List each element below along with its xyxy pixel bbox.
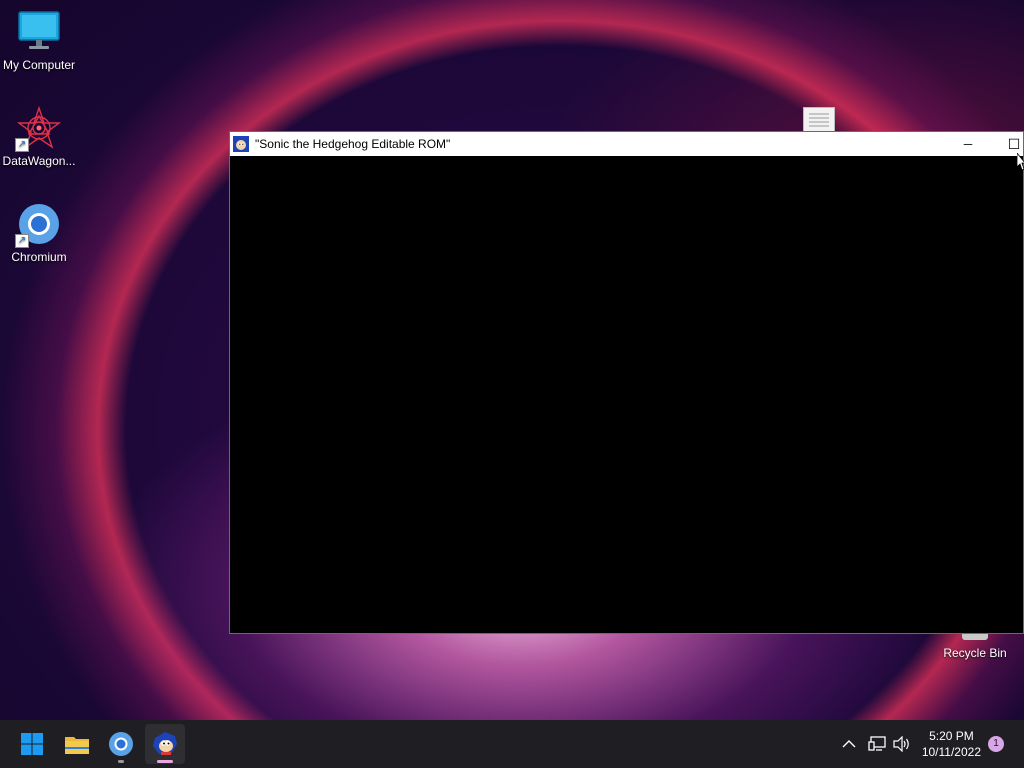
mouse-cursor-icon xyxy=(1016,151,1024,176)
window-title: "Sonic the Hedgehog Editable ROM" xyxy=(255,137,451,151)
chromium-taskbar-button[interactable] xyxy=(101,724,141,764)
minimize-button[interactable]: ─ xyxy=(945,132,991,156)
sonic-taskbar-button[interactable] xyxy=(145,724,185,764)
desktop-icon-label: Recycle Bin xyxy=(943,646,1007,660)
desktop-icon-label: DataWagon... xyxy=(2,154,76,168)
start-button[interactable] xyxy=(12,724,52,764)
document-icon[interactable] xyxy=(803,107,835,133)
folder-icon xyxy=(65,737,89,754)
clock-button[interactable]: 5:20 PM 10/11/2022 xyxy=(922,728,981,760)
clock-date: 10/11/2022 xyxy=(921,745,981,759)
game-display-area[interactable] xyxy=(230,156,1023,633)
notification-badge[interactable]: 1 xyxy=(988,736,1004,752)
chevron-up-icon xyxy=(842,740,856,748)
clock-time: 5:20 PM xyxy=(929,729,974,743)
file-explorer-button[interactable] xyxy=(57,724,97,764)
desktop-icon-my-computer[interactable]: My Computer xyxy=(0,10,78,72)
datawagon-icon: ↗ xyxy=(15,105,62,152)
taskbar: 5:20 PM 10/11/2022 1 xyxy=(0,720,1024,768)
tray-overflow-button[interactable] xyxy=(840,720,858,768)
shortcut-arrow-icon: ↗ xyxy=(15,234,29,248)
active-indicator xyxy=(157,760,173,763)
network-icon xyxy=(868,736,886,751)
chromium-icon: ↗ xyxy=(15,202,61,248)
desktop-icon-label: Chromium xyxy=(11,250,67,264)
maximize-icon: ☐ xyxy=(1007,135,1021,152)
network-button[interactable] xyxy=(866,720,888,768)
computer-icon xyxy=(17,10,61,54)
desktop-icon-chromium[interactable]: ↗ Chromium xyxy=(0,202,78,264)
window-titlebar[interactable]: "Sonic the Hedgehog Editable ROM" ─ ☐ xyxy=(230,132,1023,156)
running-indicator xyxy=(118,760,124,763)
windows-logo-icon xyxy=(21,733,43,755)
app-window[interactable]: "Sonic the Hedgehog Editable ROM" ─ ☐ xyxy=(229,131,1024,634)
shortcut-arrow-icon: ↗ xyxy=(15,138,29,152)
sonic-app-icon xyxy=(233,136,249,152)
sonic-app-icon xyxy=(153,732,177,755)
minimize-icon: ─ xyxy=(963,137,973,151)
desktop-icon-datawagon[interactable]: ↗ DataWagon... xyxy=(0,105,78,168)
speaker-icon xyxy=(893,736,909,752)
chromium-icon xyxy=(109,732,133,756)
desktop-icon-label: My Computer xyxy=(2,58,76,72)
volume-button[interactable] xyxy=(891,720,913,768)
